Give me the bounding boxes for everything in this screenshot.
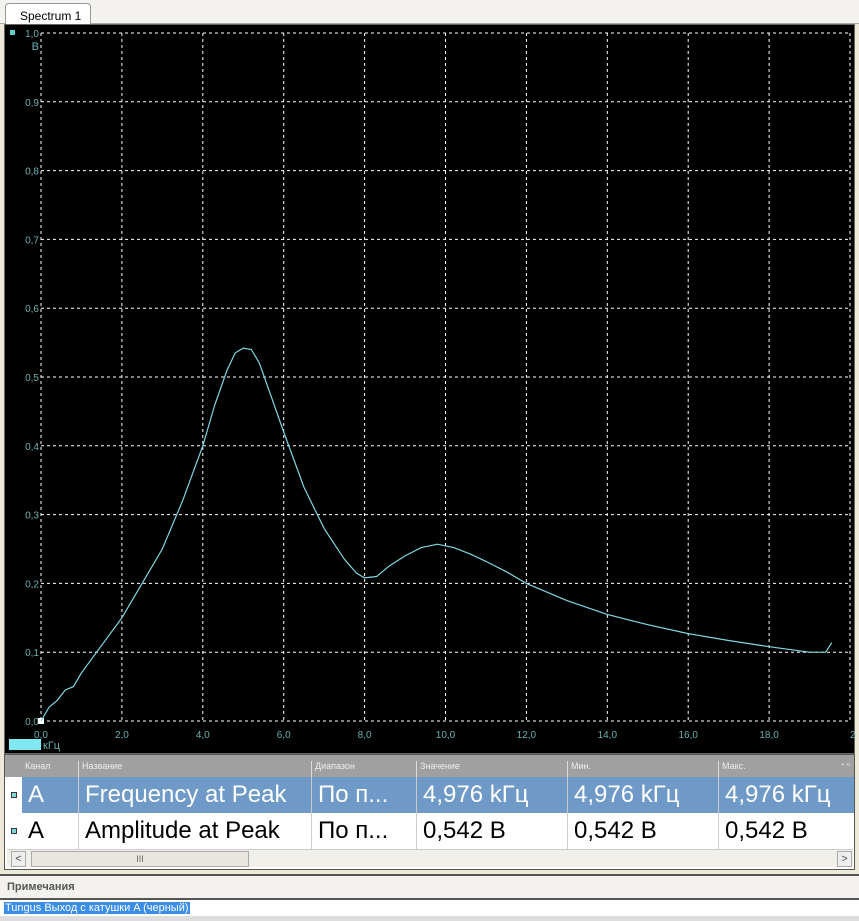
table-cell: По п... [311, 813, 416, 849]
table-row[interactable]: A Amplitude at Peak По п... 0,542 В 0,542 В0… [11, 813, 854, 849]
header-name[interactable]: Название [78, 761, 122, 777]
table-cell: A [28, 781, 45, 808]
x-axis-unit: кГц [43, 740, 61, 752]
table-cell: 0,542 В [416, 813, 567, 849]
table-cell: 0,542 В [567, 813, 718, 849]
table-cell: По п... [311, 777, 416, 813]
header-value[interactable]: Значение [416, 761, 460, 777]
y-tick-label: 0,2 [25, 579, 39, 590]
row-marker-icon [11, 792, 17, 798]
y-tick-label: 0,0 [25, 717, 39, 728]
notes-title: Примечания [0, 874, 859, 898]
scroll-left-button[interactable]: < [11, 851, 26, 867]
measurements-table: Канал Название Диапазон Значение Мин. Ма… [4, 754, 855, 870]
channel-marker-icon [10, 30, 15, 35]
table-cell: A [28, 817, 45, 844]
tab-spectrum-1[interactable]: Spectrum 1 [5, 3, 91, 25]
table-header: Канал Название Диапазон Значение Мин. Ма… [5, 755, 854, 777]
tab-bar: Spectrum 1 [0, 0, 859, 25]
y-tick-label: 0,9 [25, 98, 39, 109]
x-tick-label: 20 [850, 730, 856, 741]
x-tick-label: 12,0 [517, 730, 537, 741]
x-tick-label: 18,0 [759, 730, 779, 741]
spectrum-chart: 0,02,04,06,08,010,012,014,016,018,0200,0… [9, 29, 856, 752]
x-tick-label: 4,0 [196, 730, 210, 741]
x-tick-label: 2,0 [115, 730, 129, 741]
y-tick-label: 0,8 [25, 167, 39, 178]
x-tick-label: 6,0 [277, 730, 291, 741]
table-cell: 4,976 kГц [718, 777, 854, 813]
scroll-right-button[interactable]: > [837, 851, 852, 867]
bottom-toolbar [0, 916, 859, 921]
x-tick-label: 10,0 [436, 730, 456, 741]
y-tick-label: 0,3 [25, 511, 39, 522]
table-cell: Frequency at Peak [78, 777, 311, 813]
table-cell: 0,542 В [718, 813, 854, 849]
table-cell: Amplitude at Peak [78, 813, 311, 849]
series-line-A [40, 347, 833, 722]
header-max[interactable]: Макс. [718, 761, 746, 777]
scroll-thumb[interactable]: III [31, 851, 249, 867]
y-axis-unit: В [32, 41, 39, 53]
notes-field[interactable]: Tungus Выход с катушки A (черный) [0, 898, 859, 916]
y-tick-label: 1,0 [25, 29, 39, 40]
row-marker-icon [11, 828, 17, 834]
y-tick-label: 0,5 [25, 373, 39, 384]
notes-text[interactable]: Tungus Выход с катушки A (черный) [4, 902, 190, 914]
header-range[interactable]: Диапазон [311, 761, 355, 777]
table-cell: 4,976 kГц [567, 777, 718, 813]
y-tick-label: 0,1 [25, 648, 39, 659]
x-tick-label: 16,0 [678, 730, 698, 741]
x-tick-label: 8,0 [358, 730, 372, 741]
horizontal-scrollbar[interactable]: < III > [7, 849, 853, 867]
y-tick-label: 0,7 [25, 235, 39, 246]
table-row[interactable]: A Frequency at Peak По п... 4,976 kГц 4,976 … [11, 777, 854, 813]
header-min[interactable]: Мин. [567, 761, 591, 777]
x-cursor-readout [9, 739, 41, 750]
spectrum-plot[interactable]: 0,02,04,06,08,010,012,014,016,018,0200,0… [4, 24, 856, 754]
y-tick-label: 0,4 [25, 442, 39, 453]
table-cell: 4,976 kГц [416, 777, 567, 813]
header-channel[interactable]: Канал [22, 761, 50, 777]
y-tick-label: 0,6 [25, 304, 39, 315]
window-controls-icon[interactable]: - ▫ [841, 759, 850, 769]
x-tick-label: 14,0 [598, 730, 618, 741]
